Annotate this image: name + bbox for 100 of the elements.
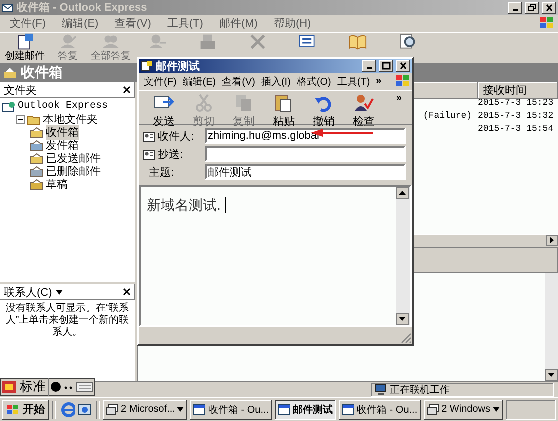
folder-icon [27, 114, 41, 126]
dropdown-arrow-icon [492, 407, 500, 412]
menu-item[interactable]: 帮助(H) [274, 16, 312, 31]
scroll-right-icon[interactable] [546, 235, 558, 246]
stacked-windows-icon [426, 404, 440, 416]
close-icon[interactable] [123, 288, 131, 296]
windows-logo-icon [395, 73, 411, 89]
window-icon [278, 404, 292, 416]
browser-icon[interactable] [61, 402, 75, 418]
status-text: 正在联机工作 [390, 384, 450, 396]
forward-icon [148, 33, 168, 51]
folder-item[interactable]: 本地文件夹 [43, 112, 98, 127]
menu-item[interactable]: 文件(F) [10, 16, 46, 31]
spell-check-icon [353, 93, 375, 113]
folder-item[interactable]: 收件箱 [46, 125, 79, 140]
outbox-icon [30, 140, 44, 152]
scroll-up-icon[interactable] [396, 187, 409, 199]
address-card-icon[interactable] [143, 148, 155, 160]
spell-check-button[interactable]: 检查 [347, 91, 381, 130]
column-header[interactable]: 接收时间 [478, 82, 558, 99]
trash-icon [30, 166, 44, 178]
folder-title: 收件箱 [21, 64, 63, 82]
computer-icon [375, 384, 387, 395]
text-cursor [224, 197, 226, 213]
inbox-icon [3, 67, 17, 79]
close-icon [398, 62, 408, 70]
more-tools-button[interactable]: » [396, 93, 402, 104]
restore-button[interactable] [525, 2, 539, 14]
close-button[interactable] [542, 2, 556, 14]
send-mail-button[interactable]: 发送 [147, 91, 181, 130]
taskbar-button[interactable]: 2 Windows [424, 400, 502, 420]
folder-item[interactable]: 已删除邮件 [46, 164, 101, 179]
full-width-icon[interactable] [50, 381, 62, 393]
minimize-button[interactable] [508, 2, 522, 14]
received-time: 2015-7-3 15:54 [478, 124, 555, 134]
system-tray [506, 400, 556, 420]
start-button[interactable]: 开始 [2, 400, 49, 420]
dropdown-arrow-icon[interactable] [56, 290, 64, 294]
scroll-down-icon[interactable] [545, 369, 558, 381]
menu-item[interactable]: 查看(V) [114, 16, 152, 31]
inbox-icon [30, 126, 44, 138]
received-time: 2015-7-3 15:32 [478, 110, 555, 120]
menu-item[interactable]: 邮件(M) [219, 16, 258, 31]
undo-button[interactable]: 撤销 [307, 91, 341, 130]
delete-icon [248, 33, 268, 51]
menu-item[interactable]: 工具(T) [337, 74, 370, 88]
mail-app-icon[interactable] [77, 402, 91, 418]
vertical-scrollbar[interactable] [545, 273, 558, 381]
keyboard-icon[interactable] [76, 381, 94, 393]
mail-app-icon [2, 2, 14, 14]
stacked-windows-icon [106, 404, 119, 416]
address-field[interactable]: zhiming.hu@ms.global [205, 128, 406, 144]
menu-item[interactable]: 插入(I) [261, 74, 291, 88]
scissors-icon [193, 93, 215, 113]
menu-item[interactable]: 编辑(E) [182, 74, 216, 88]
taskbar-button[interactable]: 邮件测试 [275, 400, 336, 420]
taskbar-button[interactable]: 收件箱 - Ou... [190, 400, 272, 420]
folder-item[interactable]: 草稿 [46, 177, 68, 192]
folder-item[interactable]: Outlook Express [18, 101, 108, 112]
subject-field[interactable]: 邮件测试 [205, 164, 406, 180]
menu-item[interactable]: 文件(F) [144, 74, 177, 88]
resize-grip-icon[interactable] [400, 332, 412, 344]
input-method-icon[interactable] [1, 380, 17, 394]
close-icon[interactable] [123, 86, 131, 94]
menu-item[interactable]: 格式(O) [296, 74, 332, 88]
menu-item[interactable]: 编辑(E) [62, 16, 99, 31]
reply-all-icon [101, 33, 121, 51]
printer-icon [198, 33, 218, 51]
dropdown-arrow-icon [177, 407, 184, 412]
more-menus-button[interactable]: » [376, 76, 382, 87]
menu-item[interactable]: 查看(V) [222, 74, 256, 88]
maximize-icon [382, 62, 390, 70]
input-mode-button[interactable]: 标准 [18, 378, 49, 396]
pane-title[interactable]: 联系人(C) [4, 284, 52, 300]
folder-item[interactable]: 发件箱 [46, 138, 79, 153]
menu-item[interactable]: 工具(T) [167, 16, 204, 31]
address-field[interactable] [205, 146, 406, 162]
windows-logo-icon [6, 404, 20, 416]
scroll-down-icon[interactable] [396, 313, 409, 325]
body-text: 新域名测试. [147, 197, 221, 215]
folder-item[interactable]: 已发送邮件 [46, 151, 101, 166]
field-label: 收件人: [158, 130, 194, 144]
close-button[interactable] [396, 60, 410, 72]
new-mail-button[interactable]: 创建邮件 [4, 33, 46, 62]
taskbar-button[interactable]: 收件箱 - Ou... [339, 400, 421, 420]
vertical-scrollbar[interactable] [396, 187, 410, 325]
window-title: 收件箱 - Outlook Express [17, 1, 148, 15]
windows-logo-icon [538, 15, 556, 31]
drafts-icon [30, 178, 44, 190]
message-body[interactable]: 新域名测试. [139, 185, 412, 327]
maximize-button[interactable] [379, 60, 393, 72]
address-card-icon[interactable] [143, 130, 155, 142]
new-mail-icon [141, 60, 153, 72]
window-title: 邮件测试 [156, 60, 201, 74]
minimize-button[interactable] [362, 60, 376, 72]
sent-folder-icon [30, 152, 44, 164]
window-icon [193, 404, 206, 416]
pane-title: 文件夹 [4, 84, 37, 98]
taskbar-button[interactable]: 2 Microsof... [103, 400, 188, 420]
collapse-icon[interactable] [16, 115, 25, 124]
